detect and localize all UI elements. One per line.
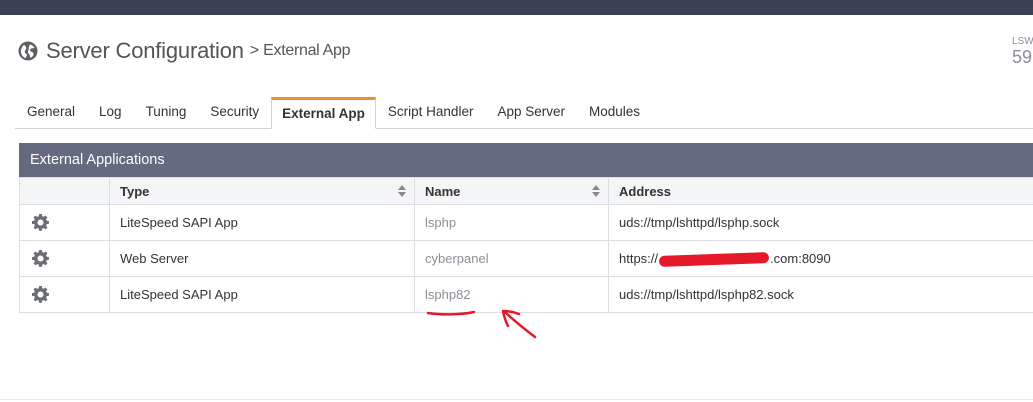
table-header-row: Type Name Address [19,177,1033,205]
address-column-header: Address [608,177,1033,205]
tab-modules[interactable]: Modules [577,98,652,128]
redaction-mark [658,252,770,267]
gear-icon[interactable] [31,213,50,232]
name-column-header[interactable]: Name [414,177,609,205]
address-prefix: https:// [619,251,659,266]
row-actions [19,204,110,241]
table-row: Web Server cyberpanel https:// .com:8090 [19,240,1033,277]
row-address: https:// .com:8090 [608,240,1033,277]
external-apps-table: Type Name Address LiteSpeed SAPI App lsp… [19,177,1033,313]
address-suffix: .com:8090 [770,251,831,266]
row-name: lsphp [414,204,609,241]
row-type: Web Server [109,240,415,277]
server-stat: LSW 59 [1012,36,1033,68]
tab-security[interactable]: Security [198,98,271,128]
breadcrumb-current: External App [263,42,351,59]
type-column-label: Type [120,183,150,199]
arrow-mark [501,309,537,339]
server-stat-label: LSW [1012,36,1033,47]
globe-icon [18,41,38,61]
page-title-text: Server Configuration [46,38,244,63]
row-actions [19,240,110,277]
gear-icon[interactable] [31,285,50,304]
address-column-label: Address [619,183,672,199]
tab-general[interactable]: General [15,98,87,128]
row-actions [19,276,110,313]
page-title: Server Configuration > External App [18,38,351,64]
row-type: LiteSpeed SAPI App [109,276,415,313]
tab-bar: General Log Tuning Security External App… [15,96,1033,129]
tab-script-handler[interactable]: Script Handler [376,98,486,128]
external-applications-panel: External Applications Type Name Address … [19,143,1033,313]
tab-app-server[interactable]: App Server [485,98,577,128]
row-address: uds://tmp/lshttpd/lsphp.sock [608,204,1033,241]
row-name: lsphp82 [414,276,609,313]
top-bar [0,0,1033,15]
table-row: LiteSpeed SAPI App lsphp uds://tmp/lshtt… [19,204,1033,241]
type-column-header[interactable]: Type [109,177,415,205]
gear-icon[interactable] [31,249,50,268]
sort-icon[interactable] [592,185,600,197]
tab-tuning[interactable]: Tuning [134,98,199,128]
tab-log[interactable]: Log [87,98,134,128]
server-stat-value: 59 [1012,47,1033,67]
tab-external-app[interactable]: External App [271,97,376,129]
actions-column-header [19,177,110,205]
sort-icon[interactable] [398,185,406,197]
panel-title: External Applications [19,143,1033,177]
table-row: LiteSpeed SAPI App lsphp82 uds://tmp/lsh… [19,276,1033,313]
row-address: uds://tmp/lshttpd/lsphp82.sock [608,276,1033,313]
row-name: cyberpanel [414,240,609,277]
row-type: LiteSpeed SAPI App [109,204,415,241]
bottom-divider [0,399,1033,400]
breadcrumb-separator: > [249,42,260,59]
name-column-label: Name [425,183,461,199]
